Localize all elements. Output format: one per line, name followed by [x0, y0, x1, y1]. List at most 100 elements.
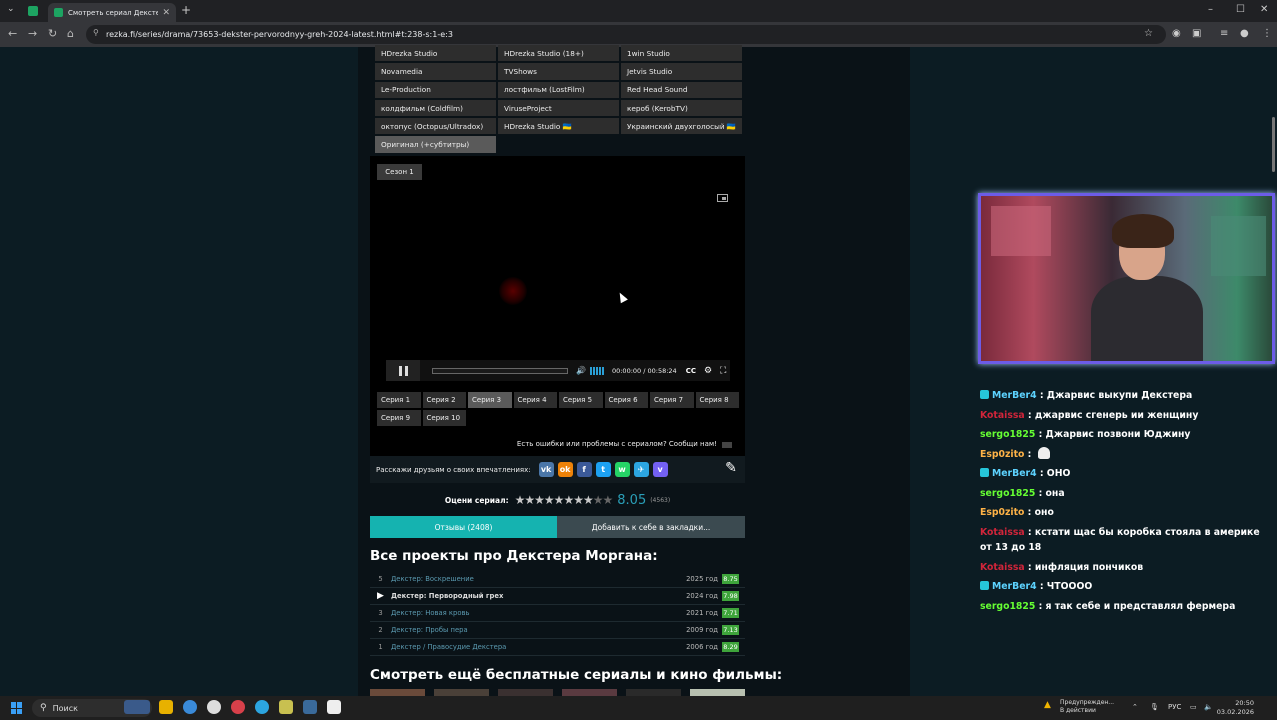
star-icon[interactable]: ★ [563, 493, 574, 507]
chat-username[interactable]: sergo1825 [980, 488, 1035, 499]
episode-button[interactable]: Серия 7 [650, 392, 694, 408]
season-selector[interactable]: Сезон 1 [377, 164, 422, 180]
close-window-button[interactable]: ✕ [1260, 4, 1268, 15]
language-indicator[interactable]: РУС [1168, 703, 1181, 711]
telegram-icon[interactable]: ✈ [633, 462, 649, 477]
tab-close-icon[interactable]: ✕ [162, 8, 170, 18]
write-review-icon[interactable]: ✎ [721, 460, 741, 479]
reviews-button[interactable]: Отзывы (2408) [370, 516, 557, 538]
chat-username[interactable]: Kotaissa [980, 527, 1025, 538]
new-tab-button[interactable]: + [181, 3, 191, 17]
steam-app-icon[interactable] [303, 700, 317, 714]
file-explorer-icon[interactable] [159, 700, 173, 714]
franchise-row[interactable]: ▶ Декстер: Первородный грех 2024 год 7.98 [370, 588, 745, 605]
telegram-app-icon[interactable] [255, 700, 269, 714]
progress-bar[interactable] [432, 367, 568, 374]
report-flag-icon[interactable] [722, 442, 732, 448]
star-icon[interactable]: ★ [583, 493, 594, 507]
chat-username[interactable]: Kotaissa [980, 562, 1025, 573]
chat-username[interactable]: sergo1825 [980, 429, 1035, 440]
translator-option[interactable]: Red Head Sound [621, 81, 742, 98]
viber-icon[interactable]: v [652, 462, 668, 477]
rating-stars[interactable]: ★★★★★★★★★★ [515, 493, 614, 507]
star-icon[interactable]: ★ [515, 493, 526, 507]
settings-gear-icon[interactable]: ⚙ [704, 366, 712, 376]
whatsapp-icon[interactable]: w [614, 462, 630, 477]
music-app-icon[interactable] [207, 700, 221, 714]
extension-icon[interactable]: ◉ [1172, 28, 1181, 39]
episode-button[interactable]: Серия 6 [604, 392, 648, 408]
episode-button[interactable]: Серия 4 [513, 392, 557, 408]
reload-icon[interactable]: ↻ [48, 27, 57, 40]
chat-username[interactable]: Esp0zito [980, 449, 1024, 460]
thumbnail[interactable] [626, 689, 681, 696]
star-icon[interactable]: ★ [534, 493, 545, 507]
home-icon[interactable]: ⌂ [67, 27, 74, 40]
system-clock[interactable]: 20:50 03.02.2026 [1208, 699, 1254, 717]
media-icon[interactable]: ≡ [1220, 28, 1228, 39]
pause-icon[interactable] [386, 360, 420, 381]
franchise-title-link[interactable]: Декстер: Воскрешение [391, 575, 684, 583]
windows-start-icon[interactable] [11, 702, 23, 714]
recording-app-icon[interactable] [231, 700, 245, 714]
browser-menu-icon[interactable]: ⋮ [1262, 28, 1272, 39]
star-icon[interactable]: ★ [544, 493, 555, 507]
thumbnail[interactable] [498, 689, 553, 696]
minimize-button[interactable]: – [1208, 4, 1213, 15]
translator-option[interactable]: HDrezka Studio [375, 45, 496, 62]
franchise-row[interactable]: 1 Декстер / Правосудие Декстера 2006 год 8.… [370, 639, 745, 656]
star-icon[interactable]: ★ [524, 493, 535, 507]
forward-icon[interactable]: → [28, 27, 37, 40]
chat-username[interactable]: sergo1825 [980, 601, 1035, 612]
pinned-sheets-tab-icon[interactable] [28, 6, 38, 16]
episode-button[interactable]: Серия 8 [695, 392, 739, 408]
thumbnail[interactable] [562, 689, 617, 696]
episode-button[interactable]: Серия 1 [377, 392, 421, 408]
network-icon[interactable]: ▭ [1190, 703, 1197, 711]
subtitles-icon[interactable]: CC [686, 367, 696, 375]
translator-option[interactable]: колдфильм (Coldfilm) [375, 99, 496, 117]
extensions-puzzle-icon[interactable]: ▣ [1192, 28, 1201, 39]
video-player[interactable]: Сезон 1 🔊 00:00:00 / 00:58:24 CC ⚙ ⛶ Сер… [370, 156, 745, 456]
translator-option[interactable]: Украинский двухголосый 🇺🇦 [621, 118, 742, 135]
thumbnail[interactable] [434, 689, 489, 696]
episode-button[interactable]: Серия 5 [559, 392, 603, 408]
translator-option[interactable]: Le-Production [375, 81, 496, 98]
episode-button[interactable]: Серия 3 [468, 392, 512, 408]
tab-search-icon[interactable]: ⌄ [7, 4, 15, 14]
franchise-row[interactable]: 3 Декстер: Новая кровь 2021 год 7.71 [370, 605, 745, 622]
chat-username[interactable]: MerBer4 [992, 581, 1037, 592]
franchise-row[interactable]: 5 Декстер: Воскрешение 2025 год 8.75 [370, 571, 745, 588]
chat-username[interactable]: Esp0zito [980, 507, 1024, 518]
scrollbar-thumb[interactable] [1272, 117, 1275, 172]
notes-app-icon[interactable] [279, 700, 293, 714]
report-issue-link[interactable]: Есть ошибки или проблемы с сериалом? Соо… [370, 440, 717, 448]
translator-option[interactable]: октопус (Octopus/Ultradox) [375, 118, 496, 135]
translator-option[interactable]: HDrezka Studio (18+) [498, 45, 619, 62]
facebook-icon[interactable]: f [576, 462, 592, 477]
twitter-icon[interactable]: t [595, 462, 611, 477]
franchise-title-link[interactable]: Декстер: Пробы пера [391, 626, 684, 634]
episode-button[interactable]: Серия 2 [422, 392, 466, 408]
obs-app-icon[interactable] [327, 700, 341, 714]
browser-tab[interactable]: Смотреть сериал Декстер... ✕ [48, 3, 176, 22]
vk-icon[interactable]: vk [538, 462, 554, 477]
site-info-icon[interactable]: ⚲ [93, 28, 99, 37]
translator-option[interactable]: Jetvis Studio [621, 63, 742, 80]
star-icon[interactable]: ★ [593, 493, 604, 507]
address-bar[interactable]: ⚲ rezka.fi/series/drama/73653-dekster-pe… [86, 25, 1166, 44]
franchise-row[interactable]: 2 Декстер: Пробы пера 2009 год 7.13 [370, 622, 745, 639]
warning-icon[interactable]: ▲ [1044, 700, 1051, 710]
star-icon[interactable]: ★ [573, 493, 584, 507]
profile-avatar-icon[interactable]: ● [1240, 28, 1249, 39]
star-icon[interactable]: ★ [603, 493, 614, 507]
translator-option[interactable]: Novamedia [375, 63, 496, 80]
notification-tray[interactable]: Предупрежден... В действии [1060, 699, 1114, 715]
translator-option[interactable]: 1win Studio [621, 45, 742, 62]
translator-option[interactable]: HDrezka Studio 🇺🇦 [498, 118, 619, 135]
episode-button[interactable]: Серия 9 [377, 410, 421, 426]
add-bookmark-button[interactable]: Добавить к себе в закладки... [557, 516, 745, 538]
episode-button[interactable]: Серия 10 [422, 410, 466, 426]
maximize-button[interactable]: ☐ [1236, 4, 1245, 15]
chat-username[interactable]: Kotaissa [980, 410, 1025, 421]
